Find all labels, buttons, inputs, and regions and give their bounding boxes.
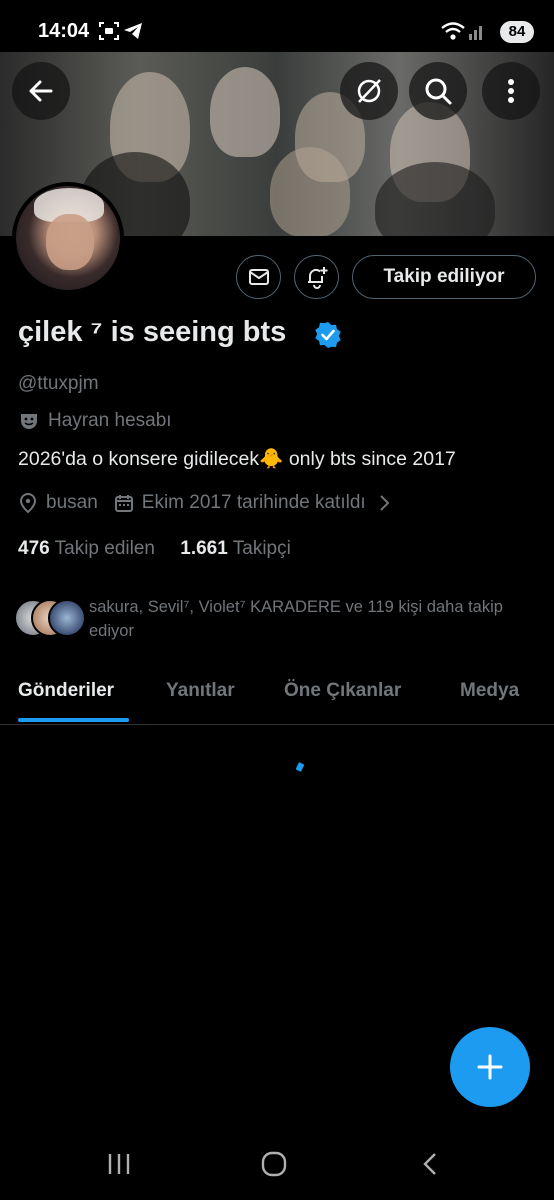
followers-count: 1.661: [180, 538, 228, 559]
signal-icon: [469, 26, 482, 40]
location-icon: [19, 492, 37, 514]
profile-category: Hayran hesabı: [18, 410, 172, 432]
plus-icon: [477, 1054, 503, 1080]
tab-highlights[interactable]: Öne Çıkanlar: [284, 680, 401, 702]
search-button[interactable]: [409, 62, 467, 120]
more-button[interactable]: [482, 62, 540, 120]
avatar: [48, 599, 86, 637]
following-label: Takip edilen: [54, 538, 155, 559]
calendar-icon: [114, 495, 133, 512]
profile-bio: 2026'da o konsere gidilecek🐥 only bts si…: [18, 448, 456, 470]
screenshot-icon: [99, 22, 119, 40]
profile-handle: @ttuxpjm: [18, 373, 99, 394]
following-link[interactable]: 476 Takip edilen: [18, 538, 160, 559]
followers-link[interactable]: 1.661 Takipçi: [180, 538, 291, 559]
location-label: busan: [46, 492, 98, 513]
verified-badge-icon[interactable]: [314, 321, 342, 349]
following-button[interactable]: Takip ediliyor: [352, 255, 536, 299]
home-icon[interactable]: [260, 1150, 288, 1178]
status-bar: 14:04 84: [0, 0, 554, 52]
notifications-button[interactable]: [294, 255, 339, 299]
loading-spinner: [295, 762, 305, 772]
search-icon: [425, 78, 452, 105]
compose-button[interactable]: [450, 1027, 530, 1107]
profile-meta: busan Ekim 2017 tarihinde katıldı: [18, 492, 392, 514]
battery-indicator: 84: [500, 21, 534, 43]
tab-replies[interactable]: Yanıtlar: [166, 680, 235, 702]
message-button[interactable]: [236, 255, 281, 299]
profile-tabs: Gönderiler Yanıtlar Öne Çıkanlar Medya: [0, 662, 554, 725]
followers-label: Takipçi: [232, 538, 291, 559]
wifi-icon: [441, 22, 465, 40]
joined-label: Ekim 2017 tarihinde katıldı: [141, 492, 366, 513]
back-nav-icon[interactable]: [420, 1152, 440, 1176]
telegram-icon: [124, 23, 142, 39]
chevron-right-icon[interactable]: [378, 493, 392, 513]
theater-masks-icon: [21, 414, 37, 429]
follow-stats: 476 Takip edilen 1.661 Takipçi: [18, 538, 291, 560]
grok-icon: [357, 79, 381, 103]
back-button[interactable]: [12, 62, 70, 120]
more-vertical-icon: [508, 79, 514, 103]
followed-by-text: sakura, Sevil⁷, Violet⁷ KARADERE ve 119 …: [89, 598, 503, 640]
status-time: 14:04: [38, 20, 90, 42]
profile-avatar[interactable]: [12, 182, 124, 294]
mail-icon: [248, 269, 269, 285]
grok-button[interactable]: [340, 62, 398, 120]
following-count: 476: [18, 538, 50, 559]
followed-by-avatars: [14, 599, 86, 637]
arrow-left-icon: [29, 80, 53, 102]
avatar-image: [16, 186, 120, 290]
category-label: Hayran hesabı: [48, 410, 172, 431]
profile-name: çilek ⁷ is seeing bts: [18, 316, 287, 348]
active-tab-indicator: [18, 718, 129, 722]
bell-plus-icon: [307, 267, 327, 289]
tab-media[interactable]: Medya: [460, 680, 519, 702]
recent-apps-icon[interactable]: [106, 1152, 132, 1176]
tab-posts[interactable]: Gönderiler: [18, 680, 114, 702]
system-nav-bar: [0, 1130, 554, 1200]
